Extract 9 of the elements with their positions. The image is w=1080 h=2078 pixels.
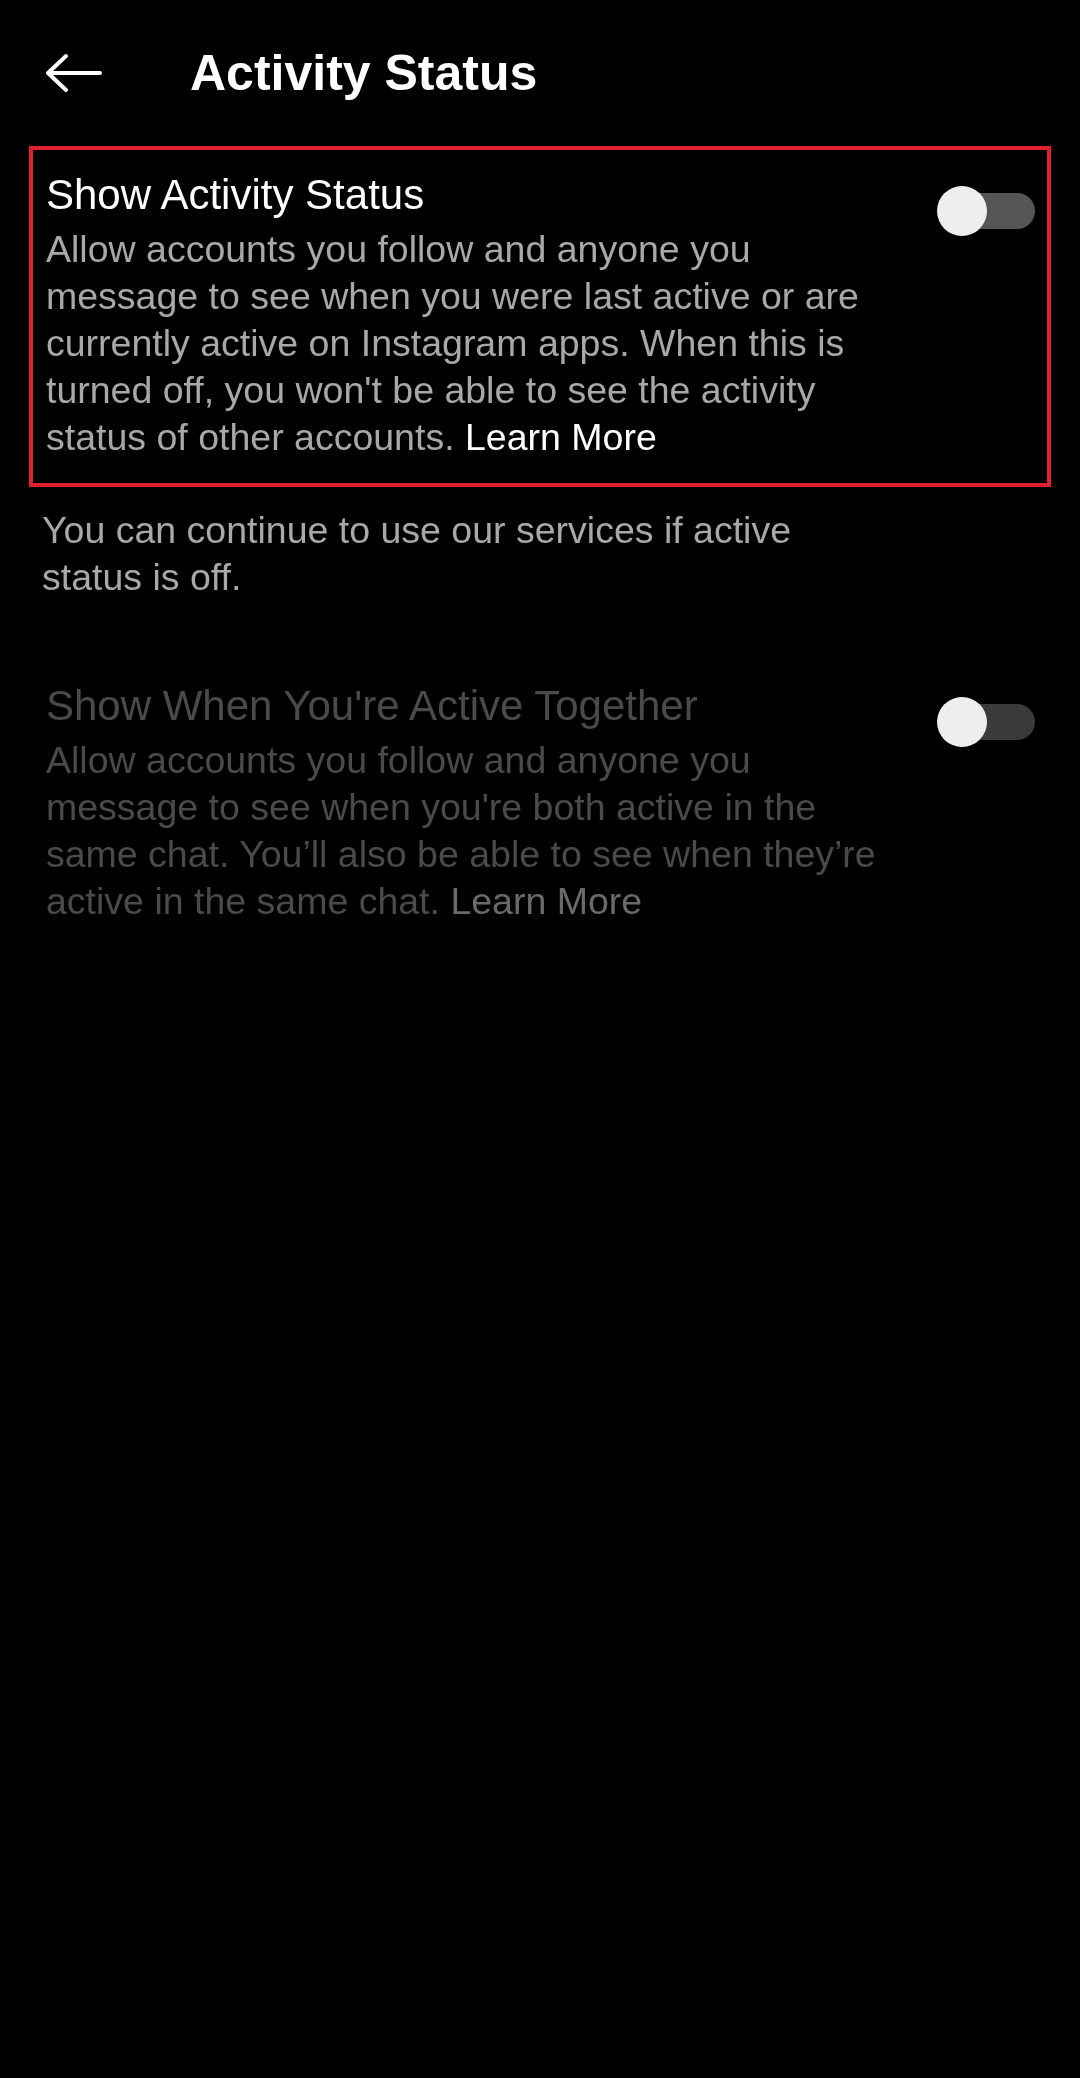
setting-note: You can continue to use our services if active status is off.	[42, 508, 793, 600]
back-arrow-icon[interactable]	[44, 53, 104, 93]
setting-title: Show When You're Active Together	[46, 681, 699, 731]
setting-description: Allow accounts you follow and anyone you message to see when you're both active in the same chat. You’ll also be able to see when they’re active in the same chat. Learn More	[46, 738, 876, 924]
setting-description: Allow accounts you follow and anyone you message to see when you were last active or are currently active on Instagram apps. When this is turned off, you won't be able to see the activity status of other accounts. Learn More	[46, 227, 860, 460]
page-title: Activity Status	[190, 44, 538, 102]
toggle-switch[interactable]	[937, 186, 1035, 236]
learn-more-link[interactable]: Learn More	[465, 416, 657, 458]
setting-title: Show Activity Status	[46, 170, 426, 220]
